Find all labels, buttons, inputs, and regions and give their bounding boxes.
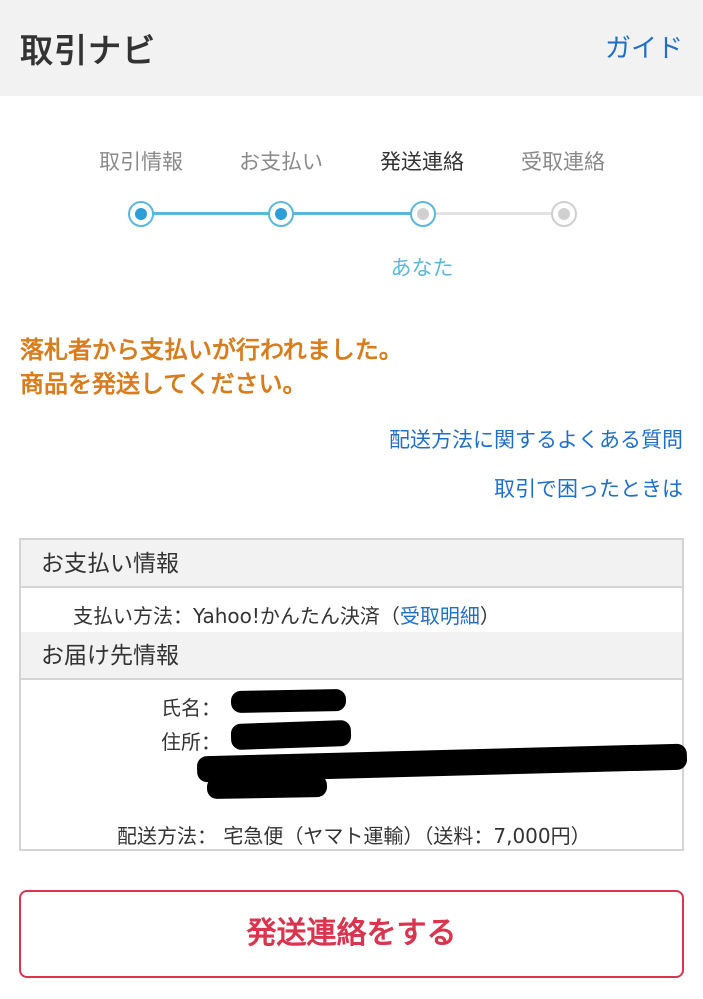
step-dot-shipping-notice	[410, 201, 436, 227]
status-notice-line2: 商品を発送してください。	[20, 370, 307, 398]
step-dot-transaction-info	[128, 201, 154, 227]
recipient-name-label: 氏名：	[161, 696, 221, 720]
guide-link[interactable]: ガイド	[605, 28, 683, 65]
shipping-faq-link[interactable]: 配送方法に関するよくある質問	[389, 424, 683, 454]
payment-method-value: Yahoo!かんたん決済（	[193, 604, 400, 628]
receipt-details-link[interactable]: 受取明細	[400, 604, 480, 628]
step-label-receipt-notice: 受取連絡	[521, 150, 605, 174]
recipient-address-label: 住所：	[161, 730, 221, 754]
redacted-address-line1	[230, 719, 352, 751]
trouble-help-link[interactable]: 取引で困ったときは	[494, 473, 683, 503]
payment-method-label: 支払い方法：	[73, 604, 193, 628]
redacted-name	[230, 688, 347, 714]
step-label-transaction-info: 取引情報	[99, 150, 183, 174]
step-label-shipping-notice: 発送連絡	[380, 150, 464, 174]
payment-info-heading: お支払い情報	[21, 540, 682, 588]
redacted-address-line3	[206, 774, 328, 800]
step-label-payment: お支払い	[239, 150, 323, 174]
shipping-method-label: 配送方法：	[117, 824, 217, 848]
send-shipping-notice-button[interactable]: 発送連絡をする	[19, 890, 684, 978]
status-notice: 落札者から支払いが行われました。 商品を発送してください。	[20, 333, 403, 401]
payment-method-row: 支払い方法：Yahoo!かんたん決済（受取明細）	[73, 600, 500, 629]
status-notice-line1: 落札者から支払いが行われました。	[20, 336, 403, 364]
header-bar: 取引ナビ ガイド	[0, 0, 703, 96]
transaction-info-panel: お支払い情報 支払い方法：Yahoo!かんたん決済（受取明細） お届け先情報 氏…	[19, 538, 688, 851]
shipping-method-value: 宅急便（ヤマト運輸）（送料：7,000円）	[223, 824, 591, 848]
delivery-info-heading: お届け先情報	[21, 632, 682, 680]
step-dot-payment	[268, 201, 294, 227]
payment-method-close: ）	[479, 604, 500, 628]
step-dot-receipt-notice	[551, 201, 577, 227]
progress-steps: 取引情報 お支払い 発送連絡 受取連絡 あなた	[0, 140, 703, 290]
progress-track-pending	[423, 212, 564, 215]
page-title: 取引ナビ	[20, 31, 156, 70]
shipping-method-row: 配送方法： 宅急便（ヤマト運輸）（送料：7,000円）	[117, 820, 591, 849]
current-actor-label: あなた	[390, 256, 454, 280]
